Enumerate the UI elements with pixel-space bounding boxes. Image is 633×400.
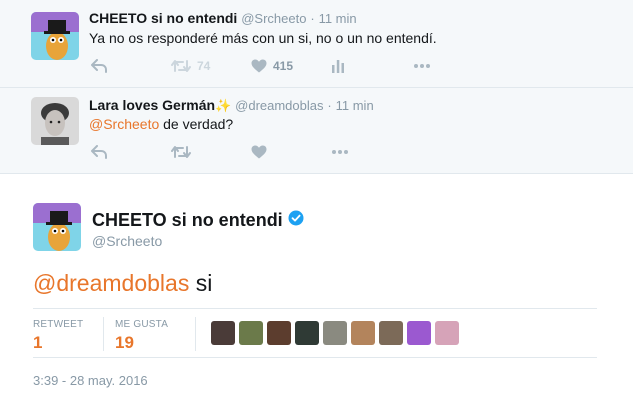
analytics-button[interactable]	[331, 58, 345, 74]
more-button[interactable]	[331, 144, 349, 160]
separator-dot: ·	[310, 11, 315, 26]
display-name-text: CHEETO si no entendi	[92, 210, 283, 230]
bar-chart-icon	[332, 60, 344, 73]
retweet-icon	[171, 60, 191, 72]
liker-avatar[interactable]	[211, 321, 235, 345]
user-handle[interactable]: @dreamdoblas	[235, 98, 323, 113]
tweet-text: Ya no os responderé más con un si, no o …	[89, 30, 437, 46]
tweet-header: Lara loves Germán✨ @dreamdoblas · 11 min	[89, 97, 374, 114]
more-dots-icon	[332, 150, 348, 154]
reply-icon	[91, 59, 107, 73]
reply-tweet[interactable]: CHEETO si no entendi @Srcheeto · 11 min …	[0, 0, 633, 88]
tweet-header: CHEETO si no entendi @Srcheeto · 11 min	[89, 10, 357, 26]
divider	[103, 317, 104, 351]
mention-link[interactable]: @dreamdoblas	[33, 270, 189, 296]
avatar[interactable]	[31, 12, 79, 60]
liker-avatar[interactable]	[267, 321, 291, 345]
display-name[interactable]: Lara loves Germán	[89, 97, 215, 113]
mention-link[interactable]: @Srcheeto	[89, 116, 159, 132]
liker-avatar[interactable]	[407, 321, 431, 345]
tweet-text: @Srcheeto de verdad?	[89, 116, 233, 132]
more-button[interactable]	[413, 58, 431, 74]
liker-avatar[interactable]	[351, 321, 375, 345]
verified-badge-icon	[288, 210, 304, 231]
like-label: ME GUSTA	[115, 319, 169, 330]
tweet-text-body: de verdad?	[159, 116, 234, 132]
retweet-count: 1	[33, 333, 43, 352]
tweet-time[interactable]: 11 min	[336, 98, 374, 113]
retweet-label: RETWEET	[33, 319, 84, 330]
tweet-stats: RETWEET 1 ME GUSTA 19	[33, 308, 597, 358]
like-button[interactable]	[251, 144, 267, 160]
retweet-button[interactable]	[171, 144, 191, 160]
divider	[195, 317, 196, 351]
liker-avatar[interactable]	[239, 321, 263, 345]
display-name[interactable]: CHEETO si no entendi	[89, 10, 237, 26]
like-count: 19	[115, 333, 134, 352]
tweet-text: @dreamdoblas si	[33, 270, 212, 297]
user-handle[interactable]: @Srcheeto	[92, 233, 162, 249]
tweet-actions: 74 415	[89, 58, 449, 74]
reply-icon	[91, 145, 107, 159]
liker-avatar[interactable]	[295, 321, 319, 345]
reply-button[interactable]	[91, 144, 107, 160]
tweet-time[interactable]: 11 min	[319, 11, 357, 26]
main-tweet: CHEETO si no entendi @Srcheeto @dreamdob…	[0, 175, 633, 400]
like-count: 415	[273, 59, 294, 73]
heart-icon	[251, 145, 267, 159]
liker-avatar[interactable]	[379, 321, 403, 345]
reply-tweet[interactable]: Lara loves Germán✨ @dreamdoblas · 11 min…	[0, 88, 633, 174]
avatar[interactable]	[31, 97, 79, 145]
tweet-actions	[89, 144, 449, 160]
display-name[interactable]: CHEETO si no entendi	[92, 210, 304, 231]
liker-avatar[interactable]	[323, 321, 347, 345]
reply-button[interactable]	[91, 58, 107, 74]
sparkles-emoji: ✨	[215, 98, 232, 113]
retweet-count: 74	[197, 59, 211, 73]
heart-icon	[251, 59, 267, 73]
retweet-stat[interactable]: RETWEET 1	[33, 319, 83, 353]
liker-avatar[interactable]	[435, 321, 459, 345]
user-handle[interactable]: @Srcheeto	[241, 11, 306, 26]
like-stat[interactable]: ME GUSTA 19	[115, 319, 168, 353]
tweet-timestamp[interactable]: 3:39 - 28 may. 2016	[33, 373, 148, 388]
more-dots-icon	[414, 64, 430, 68]
separator-dot: ·	[327, 98, 332, 113]
retweet-icon	[171, 146, 191, 158]
retweet-button[interactable]: 74	[171, 58, 210, 74]
tweet-text-body: si	[189, 270, 213, 296]
likers-avatars	[211, 321, 463, 345]
like-button[interactable]: 415	[251, 58, 293, 74]
avatar[interactable]	[33, 203, 81, 251]
